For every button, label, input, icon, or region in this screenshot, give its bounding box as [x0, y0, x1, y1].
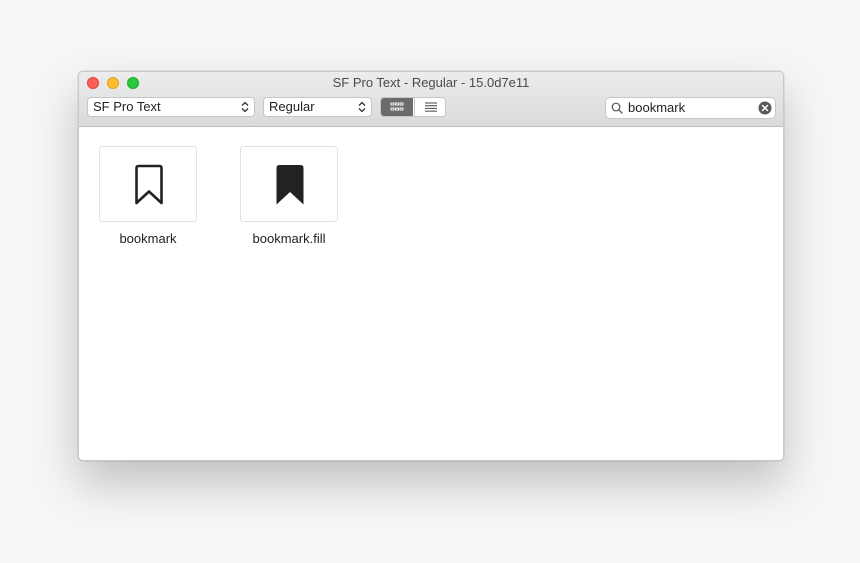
search-icon	[611, 102, 623, 114]
view-mode-segmented-control	[380, 97, 446, 117]
clear-search-icon[interactable]	[758, 101, 772, 115]
grid-view-button[interactable]	[381, 98, 413, 116]
symbol-name: bookmark.fill	[252, 231, 326, 246]
symbol-name: bookmark	[119, 231, 177, 246]
symbol-tile-bookmark[interactable]: bookmark	[99, 146, 199, 246]
chevron-updown-icon	[241, 101, 249, 113]
symbol-preview	[99, 146, 197, 222]
symbol-grid: bookmark bookmark.fill	[79, 127, 783, 460]
font-weight-value: Regular	[269, 99, 315, 114]
symbol-preview	[240, 146, 338, 222]
chevron-updown-icon	[358, 101, 366, 113]
list-icon	[425, 102, 437, 112]
font-family-select[interactable]: SF Pro Text	[87, 97, 255, 117]
font-weight-select[interactable]: Regular	[263, 97, 372, 117]
bookmark-fill-icon	[276, 165, 304, 205]
search-field	[605, 97, 776, 119]
grid-icon	[390, 102, 404, 111]
app-window: SF Pro Text - Regular - 15.0d7e11 SF Pro…	[78, 71, 784, 461]
titlebar: SF Pro Text - Regular - 15.0d7e11 SF Pro…	[79, 72, 783, 127]
window-title: SF Pro Text - Regular - 15.0d7e11	[332, 75, 530, 90]
search-input[interactable]	[628, 99, 756, 116]
bookmark-icon	[135, 164, 163, 205]
font-family-value: SF Pro Text	[93, 99, 161, 114]
symbol-tile-bookmark-fill[interactable]: bookmark.fill	[240, 146, 340, 246]
list-view-button[interactable]	[414, 98, 445, 116]
